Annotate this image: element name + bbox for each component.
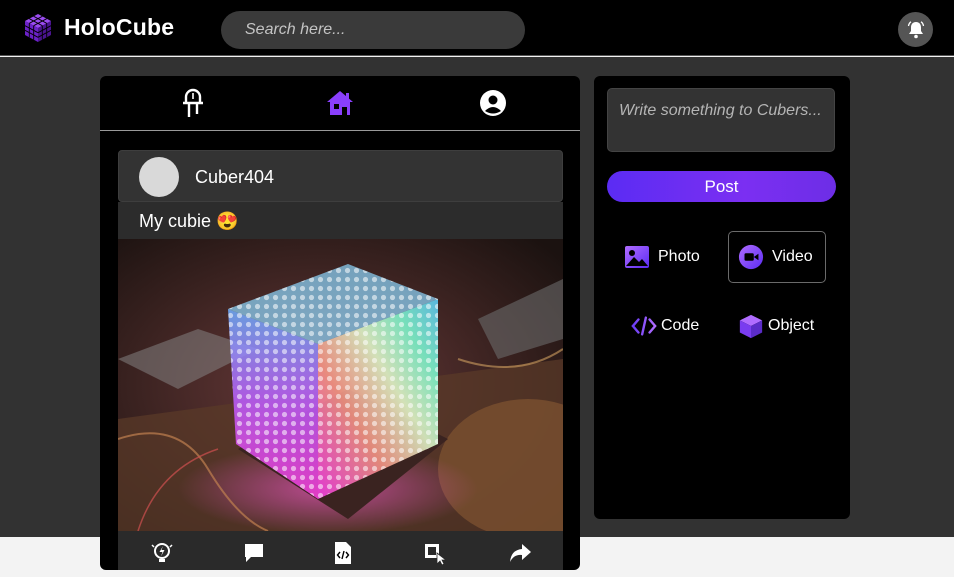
- feed-nav: [100, 76, 580, 131]
- object-label: Object: [768, 317, 815, 334]
- bell-icon: [907, 20, 924, 38]
- object-option[interactable]: Object: [738, 300, 834, 352]
- composer-panel: Post Photo Video: [594, 76, 850, 519]
- video-icon: [738, 244, 764, 270]
- feed-panel: Cuber404 My cubie 😍: [100, 76, 580, 570]
- nav-circuit[interactable]: [178, 88, 208, 118]
- nav-profile[interactable]: [478, 88, 508, 118]
- code-file-icon: [335, 542, 351, 564]
- avatar[interactable]: [139, 157, 179, 197]
- post-actions: [118, 531, 563, 570]
- share-button[interactable]: [508, 541, 532, 565]
- open-object-button[interactable]: [423, 541, 447, 565]
- cube-icon: [738, 313, 764, 339]
- notifications-button[interactable]: [898, 12, 933, 47]
- post-image[interactable]: [118, 239, 563, 531]
- post-header: Cuber404: [118, 150, 563, 202]
- comment-icon: [245, 544, 263, 562]
- idea-button[interactable]: [150, 541, 174, 565]
- user-circle-icon: [480, 90, 506, 116]
- post-button[interactable]: Post: [607, 171, 836, 202]
- search-input[interactable]: [221, 11, 525, 49]
- post-username[interactable]: Cuber404: [195, 167, 274, 188]
- share-icon: [510, 544, 531, 562]
- code-label: Code: [661, 317, 700, 334]
- comment-button[interactable]: [242, 541, 266, 565]
- nav-home[interactable]: [325, 88, 355, 118]
- photo-option[interactable]: Photo: [624, 231, 714, 283]
- app-title[interactable]: HoloCube: [64, 14, 174, 41]
- video-option[interactable]: Video: [728, 231, 826, 283]
- cube-select-icon: [425, 544, 447, 565]
- lightbulb-icon: [151, 543, 173, 562]
- image-icon: [624, 244, 650, 270]
- top-bar: HoloCube: [0, 0, 954, 56]
- code-icon: [631, 313, 657, 339]
- cube-logo-icon[interactable]: [22, 12, 54, 44]
- post-caption: My cubie 😍: [139, 211, 239, 231]
- caption-bar: My cubie 😍: [118, 202, 563, 239]
- home-icon: [327, 91, 353, 115]
- video-label: Video: [772, 248, 813, 265]
- photo-label: Photo: [658, 248, 700, 265]
- code-file-button[interactable]: [331, 541, 355, 565]
- compose-input[interactable]: [607, 88, 835, 152]
- post-card: Cuber404 My cubie 😍: [118, 150, 563, 570]
- code-option[interactable]: Code: [631, 300, 717, 352]
- led-icon: [183, 88, 203, 117]
